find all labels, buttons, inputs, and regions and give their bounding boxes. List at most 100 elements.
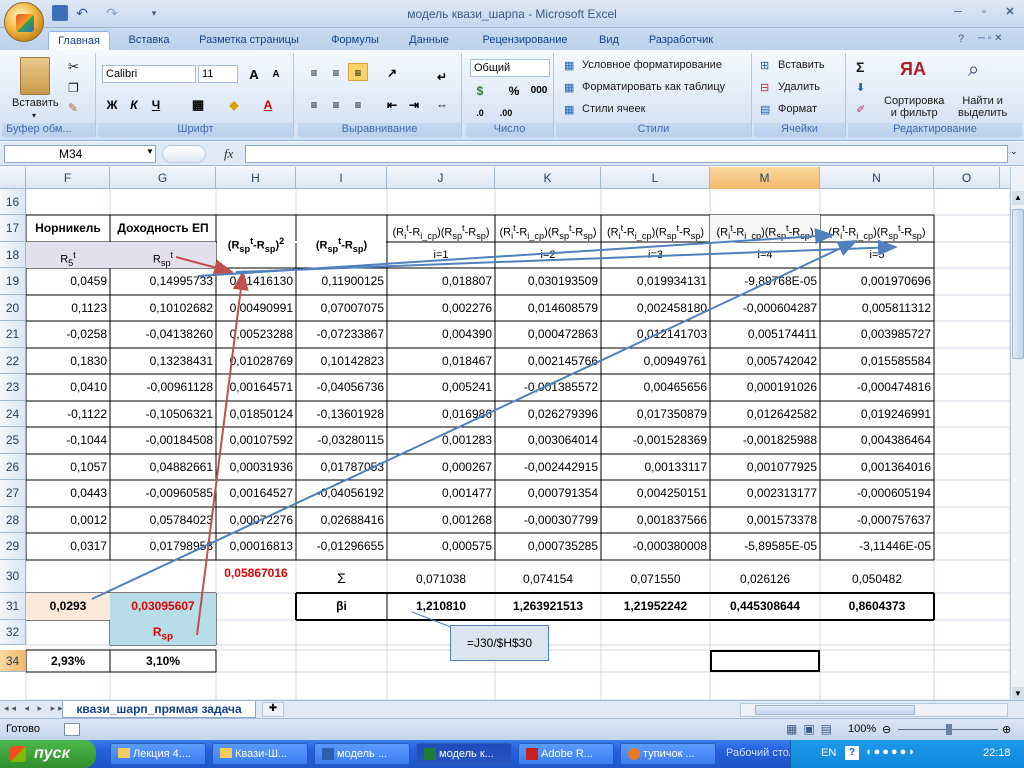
pct-r5[interactable]: 2,93% [26, 650, 110, 672]
sum-cov-2[interactable]: 0,074154 [495, 560, 601, 593]
data-cell[interactable]: 0,10142823 [296, 348, 387, 374]
font-size-combo[interactable]: 11 [198, 65, 238, 83]
column-header-l[interactable]: L [601, 167, 710, 189]
data-cell[interactable]: 0,01028769 [216, 348, 296, 374]
data-cell[interactable]: 0,0410 [26, 374, 110, 401]
header-r5t[interactable]: R5t [26, 242, 110, 268]
data-cell[interactable]: -5,89585E-05 [710, 533, 820, 560]
row-header-34[interactable]: 34 [0, 650, 26, 672]
delete-cells-button[interactable]: Удалить [778, 81, 820, 93]
data-cell[interactable]: 0,00016813 [216, 533, 296, 560]
data-cell[interactable]: 0,005811312 [820, 295, 934, 321]
data-cell[interactable]: 0,01416130 [216, 268, 296, 295]
data-cell[interactable]: 0,014608579 [495, 295, 601, 321]
sum-cov-1[interactable]: 0,071038 [387, 560, 495, 593]
grow-font-icon[interactable]: A [244, 65, 264, 83]
number-format-combo[interactable]: Общий [470, 59, 550, 77]
zoom-in-icon[interactable]: ⊕ [1002, 723, 1011, 736]
borders-icon[interactable]: ▦ [188, 95, 208, 113]
data-cell[interactable]: 0,1123 [26, 295, 110, 321]
row-header-23[interactable]: 23 [0, 374, 26, 401]
tab-data[interactable]: Данные [400, 31, 458, 50]
close-button[interactable]: ✕ [998, 4, 1022, 20]
data-cell[interactable]: 0,00072276 [216, 507, 296, 533]
tab-formulas[interactable]: Формулы [320, 31, 390, 50]
cell-styles-button[interactable]: Стили ячеек [582, 103, 645, 115]
data-cell[interactable]: 0,002313177 [710, 480, 820, 507]
data-cell[interactable]: 0,11900125 [296, 268, 387, 295]
data-cell[interactable]: 0,001837566 [601, 507, 710, 533]
zoom-slider-thumb[interactable] [946, 724, 952, 735]
office-button[interactable] [4, 2, 44, 42]
data-cell[interactable]: 0,001573378 [710, 507, 820, 533]
row-header-17[interactable]: 17 [0, 215, 26, 242]
sheet-nav-icons[interactable]: ◂◂ ◂ ▸ ▸▸ [4, 703, 66, 714]
header-i-5[interactable]: i=5 [820, 242, 934, 268]
data-cell[interactable]: -0,01296655 [296, 533, 387, 560]
row-header-30[interactable]: 30 [0, 560, 26, 593]
hscroll-thumb[interactable] [755, 705, 915, 715]
data-cell[interactable]: 0,00031936 [216, 454, 296, 480]
align-right-icon[interactable]: ≡ [348, 95, 368, 113]
sum-sq-dev[interactable]: 0,05867016 [216, 560, 296, 593]
bold-button[interactable]: Ж [102, 95, 122, 113]
data-cell[interactable]: 0,0459 [26, 268, 110, 295]
header-dev[interactable]: (Rspt-Rsp) [296, 215, 387, 268]
data-cell[interactable]: -0,00184508 [110, 427, 216, 454]
data-cell[interactable]: 0,002458180 [601, 295, 710, 321]
data-cell[interactable]: 0,030193509 [495, 268, 601, 295]
data-cell[interactable]: 0,001970696 [820, 268, 934, 295]
header-sq-dev[interactable]: (Rspt-Rsp)2 [216, 215, 296, 268]
data-cell[interactable]: 0,016986 [387, 401, 495, 427]
header-i-2[interactable]: i=2 [495, 242, 601, 268]
data-cell[interactable]: 0,02688416 [296, 507, 387, 533]
header-cov-1[interactable]: (Rit-Ri_cp)(Rspt-Rsp) [387, 215, 495, 242]
data-cell[interactable]: -0,001385572 [495, 374, 601, 401]
data-cell[interactable]: 0,004390 [387, 321, 495, 348]
data-cell[interactable]: 0,002145766 [495, 348, 601, 374]
wrap-text-icon[interactable]: ↵ [432, 67, 452, 85]
data-cell[interactable]: 0,005174411 [710, 321, 820, 348]
format-cells-button[interactable]: Формат [778, 103, 817, 115]
data-cell[interactable]: -0,000757637 [820, 507, 934, 533]
tray-icons[interactable]: ◖●●●●◗ [865, 746, 917, 758]
beta-2[interactable]: 1,263921513 [495, 593, 601, 620]
shrink-font-icon[interactable]: A [266, 65, 286, 83]
data-cell[interactable]: 0,000735285 [495, 533, 601, 560]
row-header-32[interactable]: 32 [0, 620, 26, 645]
fill-color-icon[interactable]: ◆ [224, 95, 244, 113]
data-cell[interactable]: -0,001825988 [710, 427, 820, 454]
data-cell[interactable]: -0,07233867 [296, 321, 387, 348]
insert-cells-button[interactable]: Вставить [778, 59, 825, 71]
data-cell[interactable]: 0,017350879 [601, 401, 710, 427]
zoom-level[interactable]: 100% [848, 723, 876, 735]
data-cell[interactable]: 0,026279396 [495, 401, 601, 427]
data-cell[interactable]: -0,04138260 [110, 321, 216, 348]
row-header-22[interactable]: 22 [0, 348, 26, 374]
header-i-3[interactable]: i=3 [601, 242, 710, 268]
beta-1[interactable]: 1,210810 [387, 593, 495, 620]
align-bottom-icon[interactable]: ≡ [348, 63, 368, 81]
row-header-18[interactable]: 18 [0, 242, 26, 268]
align-middle-icon[interactable]: ≡ [326, 63, 346, 81]
avg-r5[interactable]: 0,0293 [26, 593, 110, 620]
data-cell[interactable]: 0,004250151 [601, 480, 710, 507]
formula-divider-handle[interactable] [162, 145, 206, 163]
view-mode-icons[interactable]: ▦▣▤ [786, 722, 838, 736]
select-all-corner[interactable] [0, 167, 26, 189]
data-cell[interactable]: 0,01787053 [296, 454, 387, 480]
conditional-format-button[interactable]: Условное форматирование [582, 59, 722, 71]
row-header-26[interactable]: 26 [0, 454, 26, 480]
data-cell[interactable]: 0,00949761 [601, 348, 710, 374]
expand-formula-icon[interactable]: ⌄ [1010, 146, 1018, 157]
data-cell[interactable]: 0,00164571 [216, 374, 296, 401]
data-cell[interactable]: 0,019934131 [601, 268, 710, 295]
data-cell[interactable]: 0,00490991 [216, 295, 296, 321]
column-header-f[interactable]: F [26, 167, 110, 189]
align-top-icon[interactable]: ≡ [304, 63, 324, 81]
help-icon[interactable]: ? [958, 33, 964, 45]
align-left-icon[interactable]: ≡ [304, 95, 324, 113]
italic-button[interactable]: К [124, 95, 144, 113]
data-cell[interactable]: -0,000380008 [601, 533, 710, 560]
format-painter-icon[interactable]: ✎ [68, 101, 78, 115]
